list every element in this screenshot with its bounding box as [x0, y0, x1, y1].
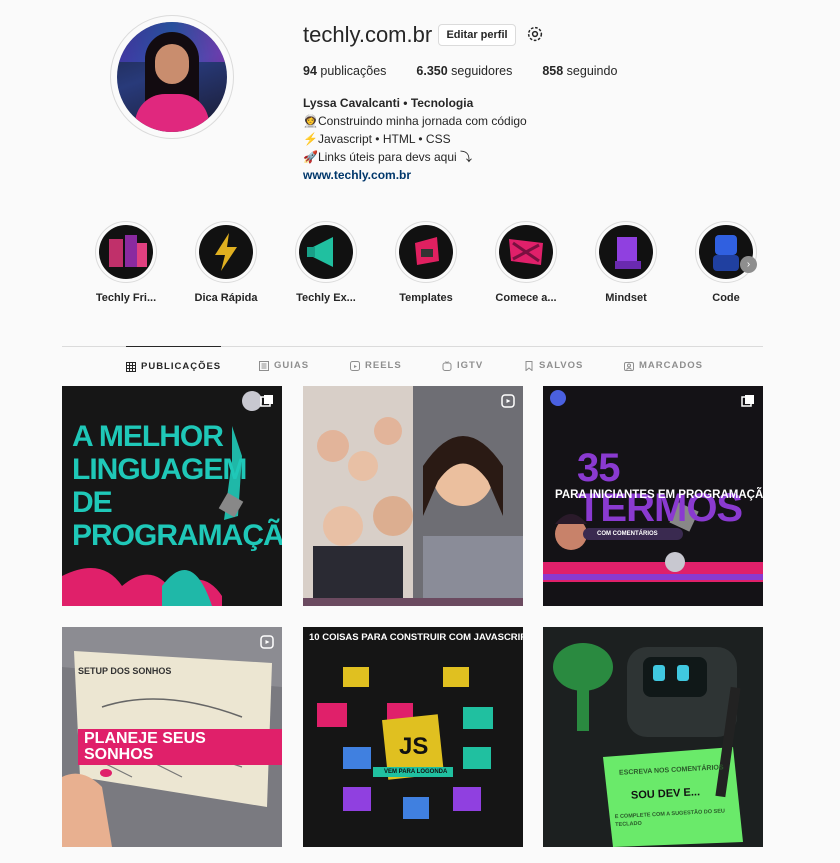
highlight-item[interactable]: Techly Ex...	[271, 221, 381, 304]
highlight-thumbnail	[99, 225, 153, 279]
highlight-label: Mindset	[605, 292, 647, 304]
chevron-right-icon[interactable]: ›	[740, 256, 757, 273]
tab-publicacoes[interactable]: PUBLICAÇÕES	[126, 346, 222, 386]
profile-avatar[interactable]	[110, 15, 234, 139]
book-icon	[599, 225, 653, 279]
highlight-item[interactable]: Mindset	[571, 221, 681, 304]
post-caption: 35 TERMOS	[577, 446, 743, 530]
lightning-icon	[199, 225, 253, 279]
bookmark-icon	[525, 361, 533, 371]
post-tag: COM COMENTÁRIOS	[597, 531, 658, 537]
post-tile[interactable]: SETUP DOS SONHOS PLANEJE SEUS SONHOS	[62, 627, 282, 847]
bio-link[interactable]: www.techly.com.br	[303, 166, 527, 184]
tab-igtv[interactable]: IGTV	[442, 346, 483, 386]
highlight-label: Dica Rápida	[194, 292, 258, 304]
reels-icon	[350, 361, 360, 371]
post-tile[interactable]: ESCREVA NOS COMENTÁRIOS SOU DEV E... E C…	[543, 627, 763, 847]
profile-username: techly.com.br	[303, 22, 433, 47]
highlight-item[interactable]: Code	[671, 221, 781, 304]
flag-icon	[499, 225, 553, 279]
edit-profile-button[interactable]: Editar perfil	[438, 24, 516, 46]
highlight-label: Code	[712, 292, 740, 304]
reels-icon	[501, 394, 515, 408]
story-highlights: Techly Fri... Dica Rápida Techly Ex... T…	[95, 221, 775, 311]
profile-stats: 94 publicações 6.350 seguidores 858 segu…	[303, 64, 617, 78]
post-tile[interactable]	[303, 386, 523, 606]
highlight-label: Techly Ex...	[296, 292, 356, 304]
post-badge: VEM PARA LOGONDA	[384, 769, 448, 775]
highlight-item[interactable]: Templates	[371, 221, 481, 304]
post-tile[interactable]: A MELHOR LINGUAGEM DE PROGRAMAÇÃO	[62, 386, 282, 606]
bio-line: 👩‍🚀Construindo minha jornada com código	[303, 114, 527, 128]
igtv-icon	[442, 361, 452, 371]
post-caption: PLANEJE SEUS SONHOS	[78, 729, 282, 765]
tab-salvos[interactable]: SALVOS	[524, 346, 583, 386]
templates-icon	[399, 225, 453, 279]
tab-marcados[interactable]: MARCADOS	[624, 346, 703, 386]
guide-icon	[259, 361, 269, 371]
tab-reels[interactable]: REELS	[350, 346, 402, 386]
megaphone-icon	[299, 225, 353, 279]
highlight-item[interactable]: Dica Rápida	[171, 221, 281, 304]
post-center-label: JS	[399, 733, 429, 760]
tab-guias[interactable]: GUIAS	[259, 346, 309, 386]
followers-stat[interactable]: 6.350 seguidores	[416, 64, 512, 78]
post-subcaption: PARA INICIANTES EM PROGRAMAÇÃO	[555, 489, 763, 501]
post-caption: 10 COISAS PARA CONSTRUIR COM JAVASCRIPT	[309, 632, 523, 643]
highlight-label: Templates	[399, 292, 453, 304]
post-photo	[303, 386, 523, 606]
post-note: SETUP DOS SONHOS	[78, 666, 172, 676]
avatar	[117, 22, 227, 132]
bio-line: ⚡Javascript • HTML • CSS	[303, 132, 451, 146]
profile-bio: Lyssa Cavalcanti • Tecnologia 👩‍🚀Constru…	[303, 94, 527, 184]
post-tile[interactable]: 10 COISAS PARA CONSTRUIR COM JAVASCRIPT …	[303, 627, 523, 847]
carousel-icon	[260, 395, 273, 407]
post-tile[interactable]: 35 TERMOS PARA INICIANTES EM PROGRAMAÇÃO…	[543, 386, 763, 606]
profile-tabs: PUBLICAÇÕES GUIAS REELS IGTV SALVOS MARC…	[62, 346, 763, 386]
bio-name: Lyssa Cavalcanti • Tecnologia	[303, 96, 474, 110]
highlight-item[interactable]: Techly Fri...	[71, 221, 181, 304]
posts-stat: 94 publicações	[303, 64, 387, 78]
grid-icon	[126, 361, 136, 372]
carousel-icon	[741, 395, 754, 407]
gear-icon[interactable]	[526, 25, 544, 43]
highlight-label: Techly Fri...	[95, 292, 157, 304]
bio-line: 🚀Links úteis para devs aqui ⤵	[303, 150, 473, 164]
tagged-icon	[624, 362, 634, 371]
highlight-item[interactable]: Comece a...	[471, 221, 581, 304]
following-stat[interactable]: 858 seguindo	[542, 64, 617, 78]
highlight-label: Comece a...	[495, 292, 557, 304]
reels-icon	[260, 635, 274, 649]
post-caption: A MELHOR LINGUAGEM DE PROGRAMAÇÃO	[72, 420, 282, 552]
